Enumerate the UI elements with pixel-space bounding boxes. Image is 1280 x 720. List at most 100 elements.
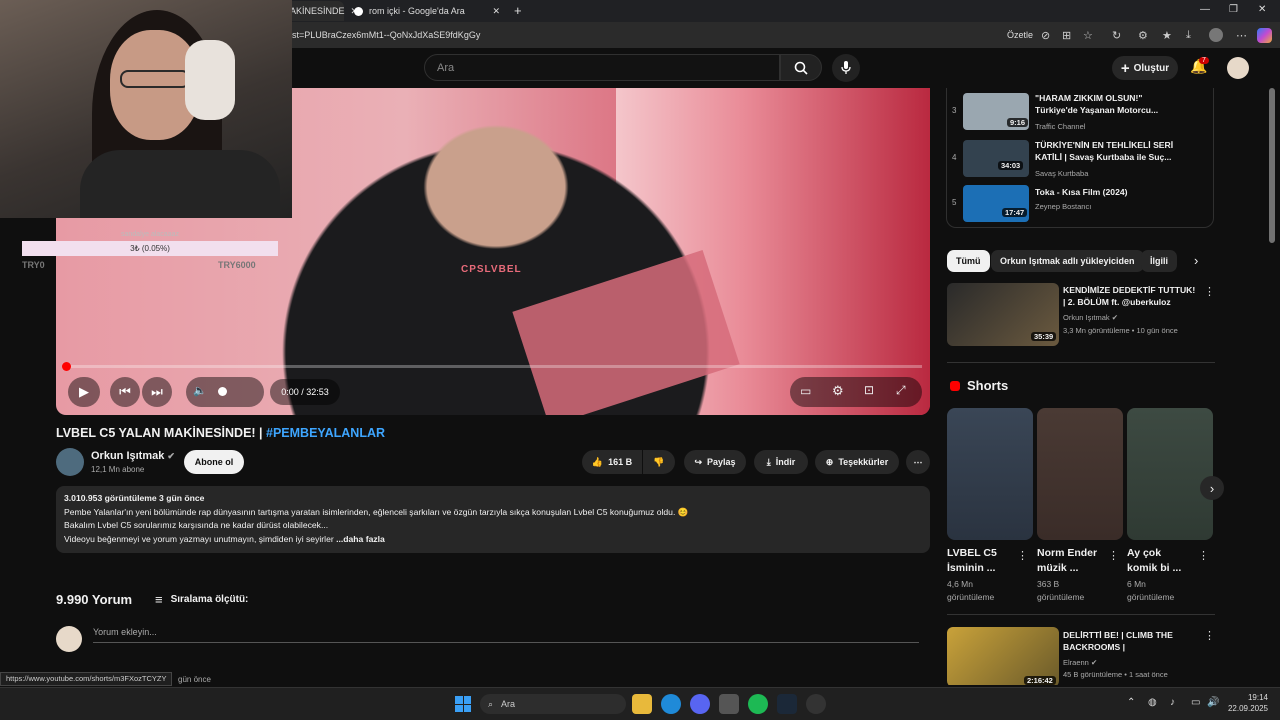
url-field[interactable]: st=PLUBraCzex6mMt1--QoNxJdXaSE9fdKgGy — [292, 30, 480, 40]
tray-chevron-icon[interactable]: ⌃ — [1127, 697, 1135, 708]
title-line: "HARAM ZIKKIM OLSUN!" — [1035, 93, 1143, 103]
channel-name[interactable]: Orkun Işıtmak ✔ — [91, 450, 175, 462]
store-icon[interactable] — [719, 694, 739, 714]
tab-label: AKİNESİNDE — [290, 6, 345, 16]
playlist-channel: Traffic Channel — [1035, 122, 1086, 131]
refresh-icon[interactable]: ↻ — [1112, 29, 1121, 42]
channel-avatar[interactable] — [56, 448, 84, 476]
copilot-icon[interactable] — [1257, 28, 1272, 43]
recommended-video[interactable]: 35:39 KENDİMİZE DEDEKTİF TUTTUK! | 2. BÖL… — [947, 283, 1215, 347]
spotify-icon[interactable] — [748, 694, 768, 714]
profile-icon[interactable] — [1209, 28, 1223, 42]
comment-input[interactable]: Yorum ekleyin... — [93, 627, 919, 643]
more-vertical-icon[interactable]: ⋮ — [1017, 549, 1028, 562]
more-menu-icon[interactable]: ⋯ — [1236, 29, 1247, 42]
fullscreen-icon[interactable]: ⤢ — [896, 383, 906, 398]
playlist-item[interactable]: 4 34:03 TÜRKİYE'NİN EN TEHLİKELİ SERİ KAT… — [952, 139, 1210, 179]
short-title[interactable]: LVBEL C5 İsminin ... — [947, 546, 1017, 576]
volume-slider-handle[interactable] — [218, 387, 227, 396]
obs-icon[interactable] — [806, 694, 826, 714]
edge-browser-icon[interactable] — [661, 694, 681, 714]
favorite-star-icon[interactable]: ☆ — [1083, 29, 1093, 42]
chevron-right-icon[interactable]: › — [1194, 253, 1198, 268]
theater-mode-icon[interactable]: ⊡ — [864, 383, 874, 397]
subtitles-icon[interactable]: ▭ — [800, 384, 811, 398]
windows-start-icon[interactable] — [455, 696, 471, 712]
short-thumbnail[interactable] — [1127, 408, 1213, 540]
next-button[interactable]: ⏭ — [142, 377, 172, 407]
favorites-icon[interactable]: ★ — [1162, 29, 1172, 42]
voice-search-button[interactable] — [832, 54, 860, 82]
video-scrubber-handle[interactable] — [62, 362, 71, 371]
chip-related[interactable]: İlgili — [1141, 250, 1177, 272]
create-button[interactable]: + Oluştur — [1112, 56, 1178, 80]
time-display: 0:00 / 32:53 — [270, 379, 340, 405]
taskbar-search[interactable]: ⌕ Ara — [480, 694, 626, 714]
minimize-button[interactable]: — — [1200, 4, 1210, 15]
shorts-next-button[interactable]: › — [1200, 476, 1224, 500]
account-avatar[interactable] — [1227, 57, 1249, 79]
search-input[interactable]: Ara — [424, 54, 780, 81]
thanks-button[interactable]: ⊕ Teşekkürler — [815, 450, 899, 474]
search-button[interactable] — [780, 54, 822, 81]
webcam-glasses — [120, 70, 190, 88]
previous-button[interactable]: ⏮ — [110, 377, 140, 407]
mic-tray-icon[interactable]: ♪ — [1170, 697, 1175, 708]
video-progress-bar[interactable] — [64, 365, 922, 368]
channel-name-text: Orkun Işıtmak — [91, 450, 165, 462]
chevron-right-icon: › — [1209, 480, 1215, 496]
hashtag-link[interactable]: #PEMBEYALANLAR — [266, 426, 385, 440]
title-line: müzik ... — [1037, 562, 1079, 574]
file-explorer-icon[interactable] — [632, 694, 652, 714]
more-actions-button[interactable]: ⋯ — [906, 450, 930, 474]
close-window-button[interactable]: ✕ — [1258, 4, 1266, 15]
discord-icon[interactable] — [690, 694, 710, 714]
more-vertical-icon[interactable]: ⋮ — [1198, 549, 1209, 562]
chip-all[interactable]: Tümü — [947, 250, 990, 272]
display-icon[interactable]: ▭ — [1191, 697, 1200, 708]
thanks-icon: ⊕ — [825, 456, 834, 467]
page-scrollbar[interactable] — [1269, 88, 1275, 243]
show-more-link[interactable]: ...daha fazla — [336, 534, 385, 544]
extensions-icon[interactable]: ⚙ — [1138, 29, 1148, 42]
browser-tab-google[interactable]: rom içki - Google'da Ara ✕ — [346, 1, 508, 21]
description-box[interactable]: 3.010.953 görüntüleme 3 gün önce Pembe Y… — [56, 486, 930, 553]
taskbar-clock[interactable]: 19:14 22.09.2025 — [1224, 692, 1268, 714]
chip-from-uploader[interactable]: Orkun Işıtmak adlı yükleyiciden — [991, 250, 1144, 272]
verified-icon: ✔ — [167, 451, 175, 461]
dislike-button[interactable]: 👎 — [643, 450, 675, 474]
short-title[interactable]: Ay çok komik bi ... — [1127, 546, 1197, 576]
taskbar-search-label: Ara — [501, 699, 516, 709]
short-thumbnail[interactable] — [1037, 408, 1123, 540]
recommended-video[interactable]: 2:16:42 DELİRTTİ BE! | CLIMB THE BACKROOM… — [947, 627, 1215, 685]
title-line: | 2. BÖLÜM ft. @uberkuloz — [1063, 297, 1171, 307]
settings-gear-icon[interactable]: ⚙ — [832, 383, 844, 399]
apps-icon[interactable]: ⊞ — [1062, 29, 1071, 42]
short-title[interactable]: Norm Ender müzik ... — [1037, 546, 1107, 576]
volume-control[interactable]: 🔈 — [186, 377, 264, 407]
playlist-title: Toka - Kısa Film (2024) — [1035, 186, 1185, 198]
like-button[interactable]: 👍 161 B — [582, 450, 642, 474]
network-icon[interactable]: ◍ — [1148, 697, 1157, 708]
reader-icon[interactable]: ⊘ — [1041, 29, 1050, 42]
download-icon[interactable]: ⤓ — [1186, 29, 1191, 42]
playlist-item[interactable]: 3 9:16 "HARAM ZIKKIM OLSUN!" Türkiye'de Y… — [952, 92, 1210, 132]
playlist-thumbnail — [963, 140, 1029, 177]
more-vertical-icon[interactable]: ⋮ — [1204, 629, 1215, 642]
maximize-button[interactable]: ❐ — [1229, 4, 1238, 15]
short-thumbnail[interactable] — [947, 408, 1033, 540]
play-button[interactable]: ▶ — [68, 377, 100, 407]
more-vertical-icon[interactable]: ⋮ — [1204, 285, 1215, 298]
close-icon[interactable]: ✕ — [492, 6, 500, 17]
summarize-button[interactable]: Özetle — [1007, 30, 1033, 40]
share-button[interactable]: ↪ Paylaş — [684, 450, 746, 474]
subscribe-button[interactable]: Abone ol — [184, 450, 244, 474]
sort-comments-button[interactable]: ≡ Sıralama ölçütü: — [155, 592, 248, 607]
download-button[interactable]: ⤓ İndir — [754, 450, 808, 474]
volume-tray-icon[interactable]: 🔊 — [1207, 697, 1219, 708]
steam-icon[interactable] — [777, 694, 797, 714]
new-tab-button[interactable]: + — [514, 3, 522, 18]
more-vertical-icon[interactable]: ⋮ — [1108, 549, 1119, 562]
playlist-item[interactable]: 5 17:47 Toka - Kısa Film (2024) Zeynep B… — [952, 184, 1210, 224]
title-line: Toka - Kısa Film (2024) — [1035, 187, 1128, 197]
